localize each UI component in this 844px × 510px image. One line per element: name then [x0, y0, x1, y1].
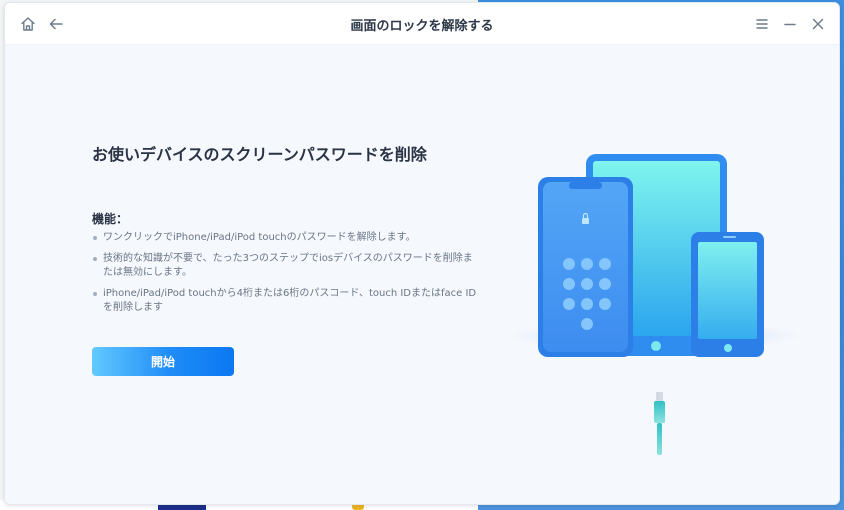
menu-icon[interactable]	[753, 15, 771, 33]
app-window: 画面のロックを解除する お使いデバイスのスクリーンパスワードを削除 機能： ワン…	[4, 2, 840, 505]
list-item: 技術的な知識が不要で、たった3つのステップでiosデバイスのパスワードを削除また…	[92, 252, 482, 280]
devices-illustration	[505, 148, 805, 468]
title-bar: 画面のロックを解除する	[5, 3, 839, 45]
feature-list: ワンクリックでiPhone/iPad/iPod touchのパスワードを解除しま…	[92, 231, 482, 322]
page-heading: お使いデバイスのスクリーンパスワードを削除	[92, 145, 427, 164]
close-icon[interactable]	[809, 15, 827, 33]
window-title: 画面のロックを解除する	[350, 19, 494, 34]
list-item: iPhone/iPad/iPod touchから4桁または6桁のパスコード、to…	[92, 287, 482, 315]
features-title: 機能：	[92, 212, 129, 226]
list-item: ワンクリックでiPhone/iPad/iPod touchのパスワードを解除しま…	[92, 231, 482, 245]
start-button[interactable]: 開始	[92, 347, 234, 376]
minimize-icon[interactable]	[781, 15, 799, 33]
